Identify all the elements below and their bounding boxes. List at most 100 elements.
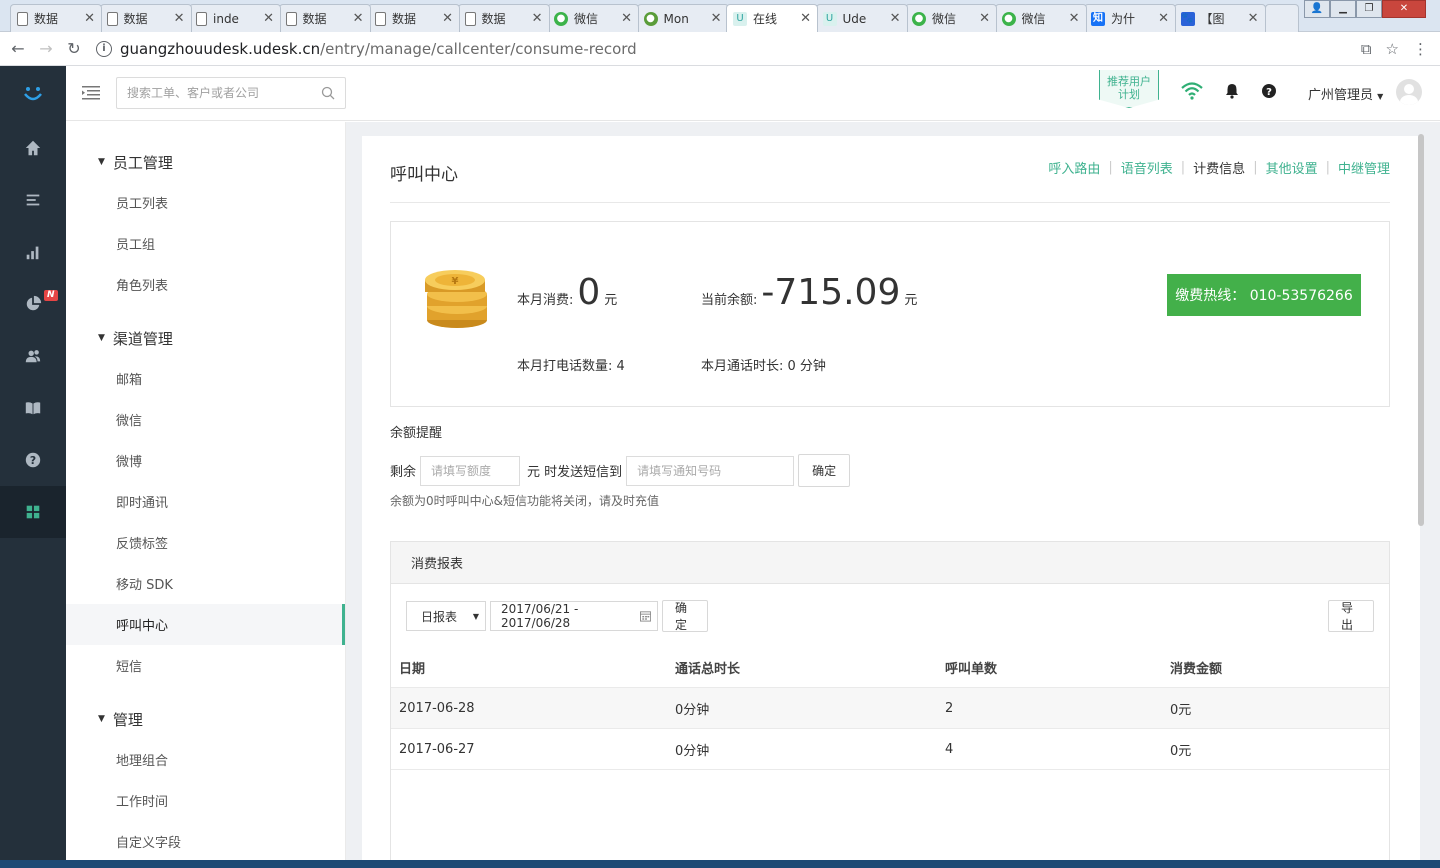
sidebar-item[interactable]: 角色列表	[66, 264, 345, 305]
sidebar-item[interactable]: 反馈标签	[66, 522, 345, 563]
sidebar-item[interactable]: 地理组合	[66, 739, 345, 780]
sidebar-item[interactable]: 呼叫中心	[66, 604, 345, 645]
payment-hotline-button[interactable]: 缴费热线： 010-53576266	[1167, 274, 1361, 316]
tab-close-icon[interactable]: ✕	[442, 11, 453, 26]
browser-tab[interactable]: ● 微信 ✕	[905, 4, 997, 32]
back-button[interactable]: ←	[4, 39, 32, 58]
tab-close-icon[interactable]: ✕	[1158, 11, 1169, 26]
wifi-icon[interactable]	[1181, 82, 1203, 100]
tab-close-icon[interactable]: ✕	[621, 11, 632, 26]
sidebar-item[interactable]: 即时通讯	[66, 481, 345, 522]
new-tab-button[interactable]	[1265, 4, 1299, 32]
tab-close-icon[interactable]: ✕	[84, 11, 95, 26]
tab-close-icon[interactable]: ✕	[979, 11, 990, 26]
site-info-icon[interactable]: i	[96, 40, 112, 57]
tab-close-icon[interactable]: ✕	[1248, 11, 1259, 26]
sidebar-group-label: 管理	[112, 710, 143, 729]
content-card: 呼叫中心 呼入路由 | 语音列表 | 计费信息 | 其他设置 | 中继管理 ¥ 本月消费: 0 元 …	[362, 136, 1420, 868]
browser-tab[interactable]: 数据 ✕	[368, 4, 460, 32]
phone-input[interactable]	[626, 455, 795, 486]
tab-close-icon[interactable]: ✕	[800, 11, 811, 26]
browser-tab[interactable]: 知为什 ✕	[1084, 4, 1176, 32]
rail-help[interactable]: ?	[0, 434, 66, 486]
browser-tab[interactable]: ● 微信 ✕	[547, 4, 639, 32]
search-icon[interactable]	[321, 86, 335, 100]
tab-close-icon[interactable]: ✕	[263, 11, 274, 26]
report-confirm-button[interactable]: 确定	[662, 600, 708, 632]
sidebar-group[interactable]: ▼ 管理	[66, 699, 345, 739]
rail-apps[interactable]	[0, 486, 66, 538]
sidebar-item[interactable]: 微博	[66, 440, 345, 481]
amount-input[interactable]	[420, 455, 521, 486]
browser-tab[interactable]: U Ude ✕	[815, 4, 908, 32]
sidebar-item[interactable]: 微信	[66, 399, 345, 440]
url-field[interactable]: i guangzhouudesk.udesk.cn/entry/manage/c…	[96, 40, 1361, 58]
window-close-button[interactable]: ✕	[1382, 0, 1426, 18]
browser-tab[interactable]: 数据 ✕	[278, 4, 371, 32]
sidebar-group[interactable]: ▼ 渠道管理	[66, 318, 345, 358]
account-icon[interactable]: 👤	[1304, 0, 1330, 18]
sidebar-item[interactable]: 移动 SDK	[66, 563, 345, 604]
rail-home[interactable]	[0, 122, 66, 174]
report-title: 消费报表	[391, 542, 1389, 584]
tab-close-icon[interactable]: ✕	[353, 11, 364, 26]
sub-nav-link[interactable]: 语音列表	[1121, 158, 1173, 177]
browser-tab[interactable]: ● Mon ✕	[636, 4, 729, 32]
bell-icon[interactable]	[1225, 83, 1239, 99]
rail-tickets[interactable]	[0, 174, 66, 226]
sidebar-group-label: 员工管理	[112, 153, 173, 172]
avatar[interactable]	[1396, 79, 1422, 105]
tab-close-icon[interactable]: ✕	[532, 11, 543, 26]
tab-close-icon[interactable]: ✕	[711, 11, 722, 26]
sidebar-item[interactable]: 短信	[66, 645, 345, 686]
cast-icon[interactable]: ⧉	[1361, 40, 1372, 58]
sub-nav-link[interactable]: 计费信息	[1193, 158, 1245, 177]
browser-tab[interactable]: 数据 ✕	[10, 4, 102, 32]
browser-menu-icon[interactable]: ⋮	[1413, 40, 1428, 58]
sidebar-item[interactable]: 自定义字段	[66, 821, 345, 862]
sub-nav-link[interactable]: 中继管理	[1338, 158, 1390, 177]
main-area: 呼叫中心 呼入路由 | 语音列表 | 计费信息 | 其他设置 | 中继管理 ¥ 本月消费: 0 元 …	[346, 122, 1440, 868]
export-button[interactable]: 导出	[1328, 600, 1374, 632]
rail-reports[interactable]	[0, 226, 66, 278]
search-input[interactable]	[127, 86, 321, 100]
bookmark-star-icon[interactable]: ☆	[1386, 40, 1399, 58]
browser-tab[interactable]: ● 微信 ✕	[994, 4, 1087, 32]
rail-customers[interactable]	[0, 330, 66, 382]
sub-nav-link[interactable]: 呼入路由	[1048, 158, 1100, 177]
tab-favicon-icon: ●	[643, 11, 658, 26]
tab-favicon-icon: 🐾	[1180, 11, 1195, 26]
sidebar-item[interactable]: 员工列表	[66, 182, 345, 223]
reload-button[interactable]: ↻	[60, 39, 88, 58]
period-select[interactable]: 日报表 ▼	[406, 601, 486, 631]
menu-toggle-icon[interactable]	[82, 86, 100, 104]
tab-close-icon[interactable]: ✕	[890, 11, 901, 26]
rail-analytics[interactable]: N	[0, 278, 66, 330]
sidebar-item[interactable]: 邮箱	[66, 358, 345, 399]
browser-tab[interactable]: 数据 ✕	[99, 4, 192, 32]
reminder-confirm-button[interactable]: 确定	[798, 454, 851, 487]
maximize-button[interactable]: ❐	[1356, 0, 1382, 18]
browser-tab[interactable]: 数据 ✕	[457, 4, 550, 32]
user-menu[interactable]: 广州管理员 ▼	[1308, 84, 1383, 103]
rail-knowledge[interactable]	[0, 382, 66, 434]
sidebar-item[interactable]: 工作时间	[66, 780, 345, 821]
udesk-logo[interactable]	[0, 66, 66, 122]
page-scrollbar[interactable]	[1418, 134, 1424, 526]
forward-button[interactable]: →	[32, 39, 60, 58]
sidebar-group[interactable]: ▼ 员工管理	[66, 142, 345, 182]
recommend-plan-button[interactable]: 推荐用户 计划	[1099, 70, 1159, 108]
browser-tab[interactable]: 🐾 【图 ✕	[1173, 4, 1266, 32]
browser-tab[interactable]: U 在线 ✕	[726, 4, 818, 32]
global-search[interactable]	[116, 77, 346, 109]
tab-close-icon[interactable]: ✕	[1069, 11, 1080, 26]
sub-nav-link[interactable]: 其他设置	[1266, 158, 1318, 177]
consumption-report: 消费报表 日报表 ▼ 2017/06/21 - 2017/06/28 确定 导出…	[390, 541, 1390, 868]
sidebar-item[interactable]: 员工组	[66, 223, 345, 264]
help-icon[interactable]: ?	[1261, 83, 1277, 99]
browser-tab[interactable]: inde ✕	[189, 4, 281, 32]
date-range-picker[interactable]: 2017/06/21 - 2017/06/28	[490, 601, 658, 631]
tab-close-icon[interactable]: ✕	[174, 11, 185, 26]
minimize-button[interactable]: ▁	[1330, 0, 1356, 18]
balance-reminder-form: 剩余 元 时发送短信到 确定	[390, 454, 851, 487]
